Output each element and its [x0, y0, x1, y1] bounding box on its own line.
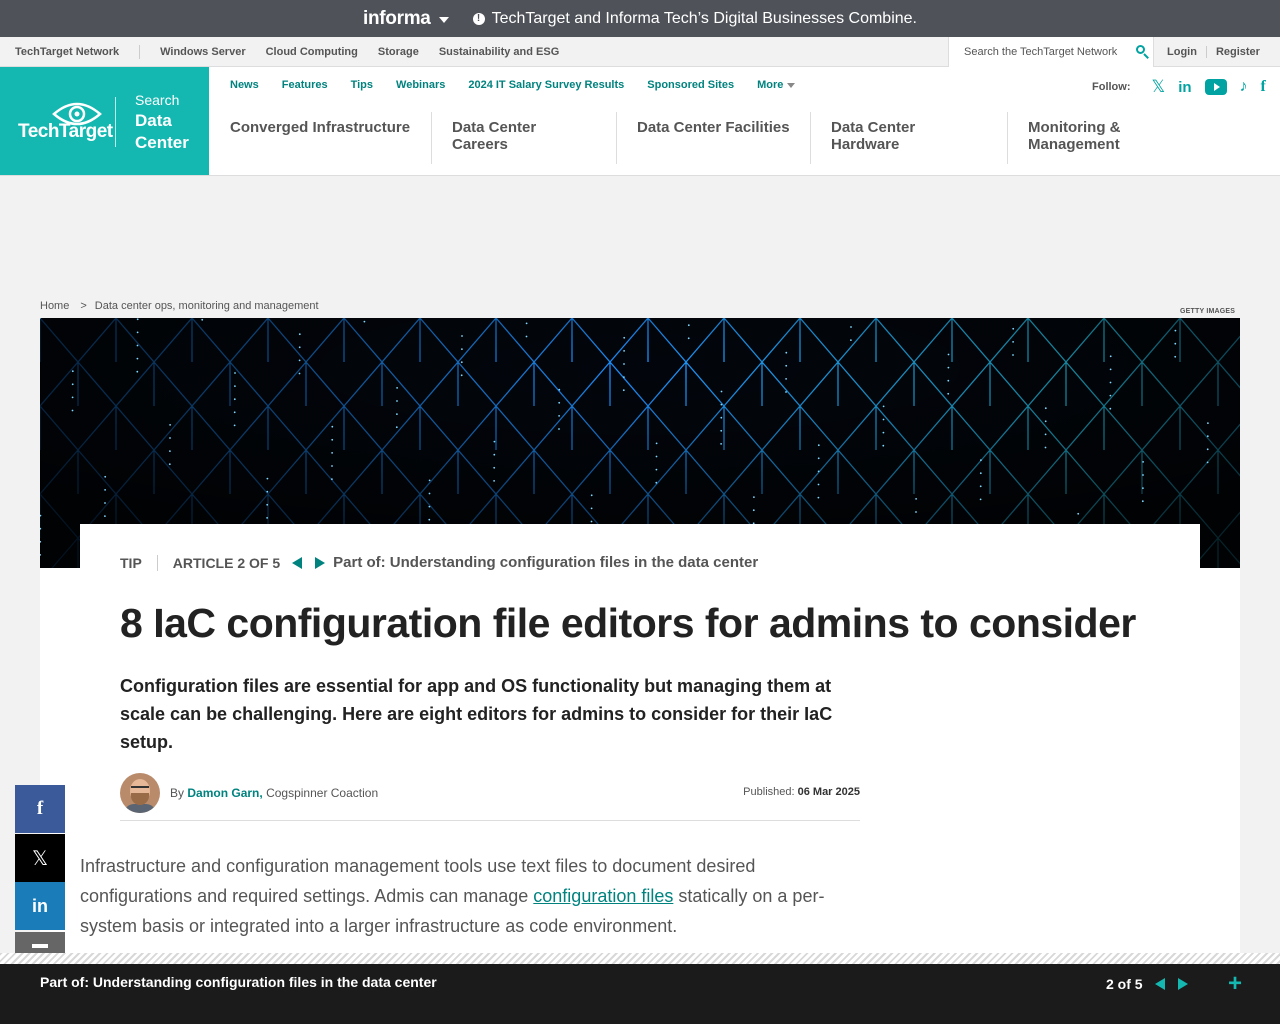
nav-salary-survey[interactable]: 2024 IT Salary Survey Results	[468, 79, 624, 91]
network-link-sustainability[interactable]: Sustainability and ESG	[439, 46, 559, 58]
article-body-paragraph: Infrastructure and configuration managem…	[80, 851, 840, 941]
nav-sponsored-sites[interactable]: Sponsored Sites	[647, 79, 734, 91]
category-data-center-facilities[interactable]: Data Center Facilities	[616, 112, 810, 164]
breadcrumb: Home > Data center ops, monitoring and m…	[40, 300, 319, 312]
chevron-down-icon	[438, 16, 449, 23]
network-link-windows-server[interactable]: Windows Server	[160, 46, 245, 58]
top-nav: News Features Tips Webinars 2024 IT Sala…	[230, 79, 818, 91]
network-search	[948, 37, 1154, 67]
category-data-center-hardware[interactable]: Data Center Hardware	[810, 112, 1007, 164]
announcement-text: TechTarget and Informa Tech’s Digital Bu…	[491, 9, 917, 27]
article-position: ARTICLE 2 OF 5	[172, 554, 281, 571]
techtarget-wordmark: TechTarget	[18, 121, 113, 142]
breadcrumb-separator: >	[80, 300, 87, 312]
next-arrow-icon[interactable]	[1177, 978, 1188, 990]
article-summary: Configuration files are essential for ap…	[120, 676, 833, 752]
facebook-icon[interactable]: f	[1261, 78, 1266, 96]
follow-links: Follow: 𝕏 in ♪ f	[1092, 77, 1266, 97]
nav-more[interactable]: More	[757, 79, 796, 91]
author-affiliation: Cogspinner Coaction	[266, 786, 379, 800]
divider	[0, 953, 1280, 964]
series-link[interactable]: Part of: Understanding configuration fil…	[333, 554, 758, 571]
breadcrumb-home[interactable]: Home	[40, 300, 69, 312]
share-linkedin-button[interactable]: in	[15, 882, 65, 930]
print-button[interactable]	[15, 932, 65, 954]
avatar[interactable]	[120, 773, 160, 813]
nav-more-label: More	[757, 79, 784, 91]
divider	[1205, 46, 1207, 58]
category-nav: Converged Infrastructure Data Center Car…	[230, 112, 1147, 164]
site-name-line2: Center	[135, 133, 189, 153]
network-bar: TechTarget Network Windows Server Cloud …	[0, 37, 1280, 67]
series-pager: 2 of 5	[1106, 976, 1188, 992]
author-line: By Damon Garn, Cogspinner Coaction	[170, 786, 378, 800]
site-name: Search Data Center	[135, 92, 189, 154]
facebook-icon: f	[36, 798, 44, 819]
series-count: 2 of 5	[1106, 976, 1143, 992]
next-article-arrow-icon[interactable]	[315, 556, 326, 569]
x-icon[interactable]: 𝕏	[1152, 77, 1166, 97]
share-facebook-button[interactable]: f	[15, 785, 65, 833]
site-header: TechTarget Search Data Center News Featu…	[0, 67, 1280, 176]
share-x-button[interactable]: 𝕏	[15, 834, 65, 882]
series-bar: Part of: Understanding configuration fil…	[0, 964, 1280, 1024]
published-date: Published: 06 Mar 2025	[743, 786, 860, 798]
site-name-line1: Data	[135, 111, 172, 131]
category-data-center-careers[interactable]: Data Center Careers	[431, 112, 616, 164]
auth-links: Login Register	[1167, 37, 1260, 67]
nav-tips[interactable]: Tips	[351, 79, 373, 91]
previous-article-arrow-icon[interactable]	[292, 556, 303, 569]
previous-arrow-icon[interactable]	[1154, 978, 1165, 990]
youtube-icon[interactable]	[1204, 79, 1227, 95]
nav-features[interactable]: Features	[282, 79, 328, 91]
published-label: Published:	[743, 786, 795, 798]
print-icon	[32, 944, 48, 948]
search-icon[interactable]	[1136, 45, 1150, 59]
published-date-value: 06 Mar 2025	[797, 786, 860, 798]
follow-label: Follow:	[1092, 81, 1131, 93]
expand-icon[interactable]: +	[1228, 970, 1242, 998]
register-link[interactable]: Register	[1216, 46, 1260, 58]
site-search-label: Search	[135, 92, 180, 108]
configuration-files-link[interactable]: configuration files	[533, 886, 673, 906]
tiktok-icon[interactable]: ♪	[1240, 78, 1248, 96]
linkedin-icon: in	[32, 895, 48, 916]
chevron-down-icon	[787, 82, 796, 88]
informa-announcement[interactable]: ! TechTarget and Informa Tech’s Digital …	[472, 9, 917, 28]
author-link[interactable]: Damon Garn,	[187, 786, 262, 800]
info-icon: !	[472, 12, 485, 25]
series-bar-title[interactable]: Part of: Understanding configuration fil…	[40, 974, 437, 990]
network-search-input[interactable]	[964, 46, 1134, 58]
network-link-storage[interactable]: Storage	[378, 46, 419, 58]
site-logo[interactable]: TechTarget Search Data Center	[0, 67, 209, 175]
nav-news[interactable]: News	[230, 79, 259, 91]
linkedin-icon[interactable]: in	[1178, 79, 1191, 96]
nav-webinars[interactable]: Webinars	[396, 79, 445, 91]
by-label: By	[170, 786, 185, 800]
network-link-cloud-computing[interactable]: Cloud Computing	[266, 46, 358, 58]
techtarget-network-link[interactable]: TechTarget Network	[0, 44, 141, 59]
breadcrumb-section[interactable]: Data center ops, monitoring and manageme…	[95, 300, 319, 312]
login-link[interactable]: Login	[1167, 46, 1197, 58]
informa-logo-menu[interactable]: informa	[363, 8, 449, 30]
divider	[115, 97, 116, 147]
x-icon: 𝕏	[31, 847, 49, 870]
byline: By Damon Garn, Cogspinner Coaction Publi…	[120, 773, 860, 821]
page-title: 8 IaC configuration file editors for adm…	[120, 600, 1136, 646]
category-monitoring-management[interactable]: Monitoring & Management	[1007, 112, 1147, 164]
informa-logo: informa	[363, 7, 431, 29]
informa-banner: informa ! TechTarget and Informa Tech’s …	[0, 0, 1280, 37]
category-converged-infrastructure[interactable]: Converged Infrastructure	[230, 112, 431, 164]
image-credit: GETTY IMAGES	[1180, 308, 1236, 315]
article-meta: TIP ARTICLE 2 OF 5 Part of: Understandin…	[120, 554, 758, 571]
article-type: TIP	[120, 554, 158, 571]
